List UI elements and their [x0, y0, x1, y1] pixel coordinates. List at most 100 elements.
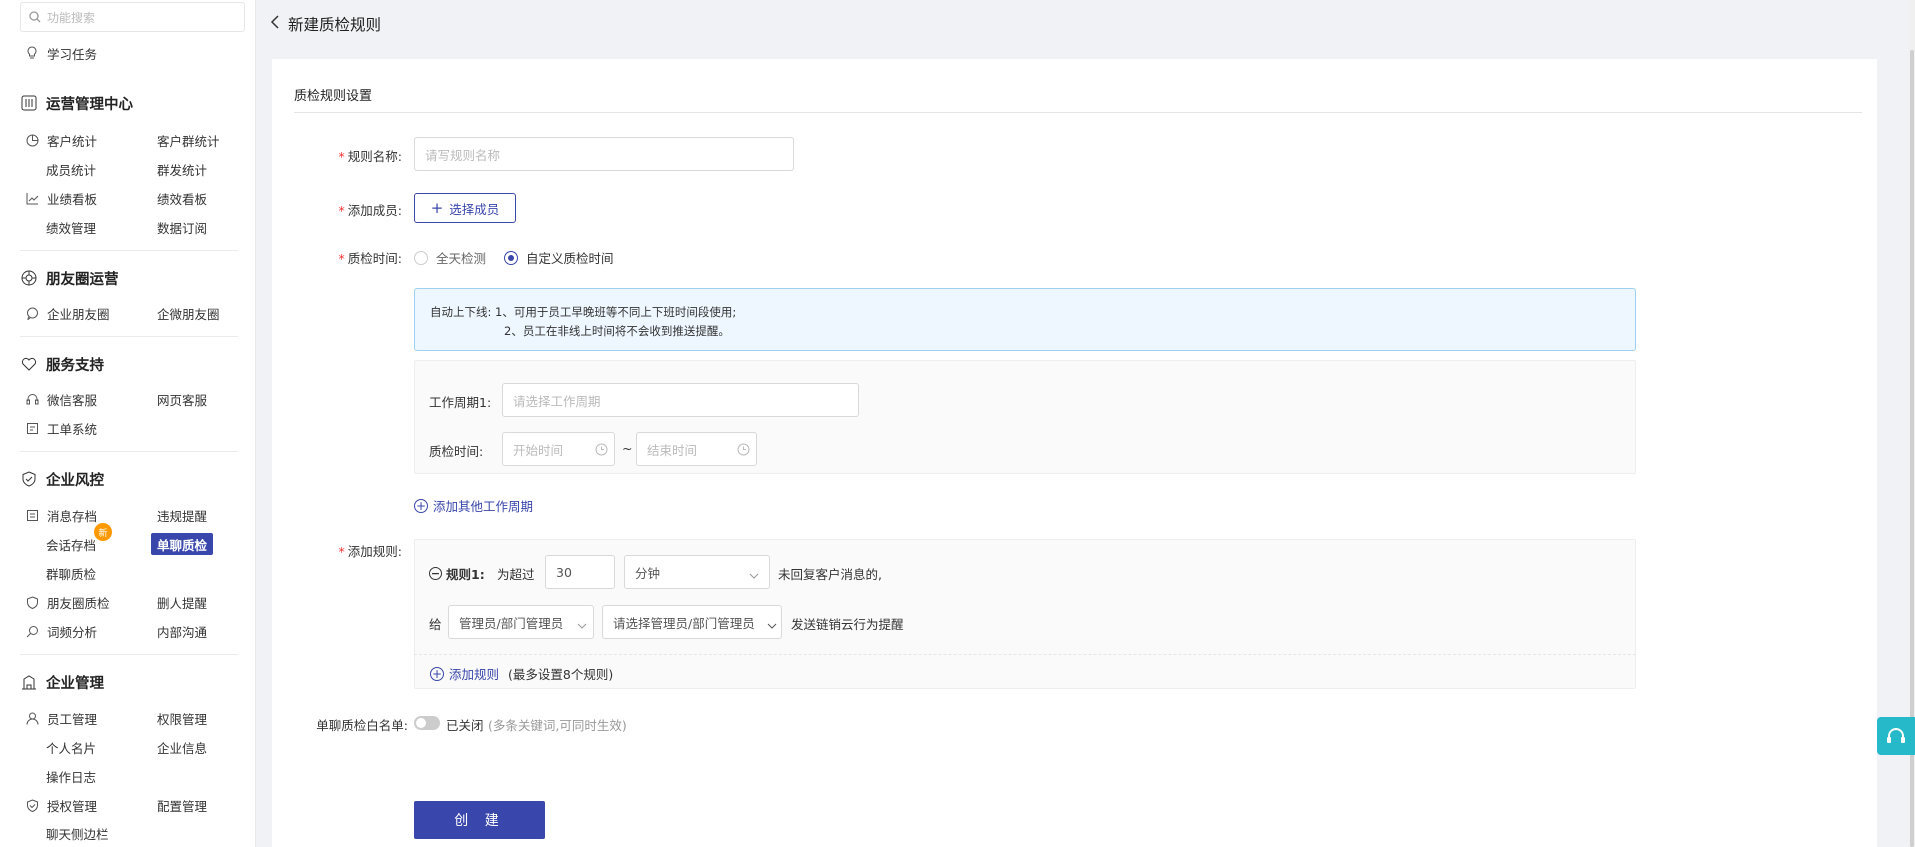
chat-bubble-icon [25, 306, 39, 320]
radio-custom-time[interactable]: 自定义质检时间 [504, 248, 614, 267]
divider [294, 112, 1862, 113]
sidebar-item-violation-alert[interactable]: 违规提醒 [157, 504, 207, 526]
building-icon [20, 673, 38, 691]
label-text: 规则名称: [347, 149, 402, 164]
sidebar-item-authorization[interactable]: 授权管理 [25, 794, 97, 816]
sidebar-item-operation-log[interactable]: 操作日志 [46, 765, 96, 787]
sidebar-item-label: 网页客服 [157, 392, 208, 408]
group-title: 企业管理 [46, 675, 104, 692]
sidebar-item-group-chat-qc[interactable]: 群聊质检 [46, 562, 96, 584]
sidebar-item-session-archive[interactable]: 会话存档 [46, 533, 96, 555]
sidebar-item-message-archive[interactable]: 消息存档 [25, 504, 97, 526]
chevron-down-icon [577, 618, 587, 633]
button-label: 选择成员 [449, 201, 500, 217]
sidebar-item-config[interactable]: 配置管理 [157, 794, 207, 816]
end-time-input[interactable]: 结束时间 [636, 432, 757, 466]
sidebar-item-web-service[interactable]: 网页客服 [157, 388, 207, 410]
rule1-title: − 规则1: [429, 564, 485, 583]
sidebar-item-delete-alert[interactable]: 删人提醒 [157, 591, 207, 613]
sidebar-item-staff[interactable]: 员工管理 [25, 707, 97, 729]
whitelist-label: 单聊质检白名单: [316, 718, 408, 733]
chevron-down-icon [767, 618, 777, 633]
sidebar-item-label: 权限管理 [157, 711, 208, 727]
group-title: 服务支持 [46, 357, 104, 374]
divider [20, 451, 238, 452]
sidebar-item-label: 数据订阅 [157, 220, 208, 236]
chevron-down-icon [749, 568, 759, 583]
sidebar-item-customer-stats[interactable]: 客户统计 [25, 129, 97, 151]
user-icon [25, 711, 39, 725]
sidebar-item-business-card[interactable]: 个人名片 [46, 736, 96, 758]
sidebar-item-label: 业绩看板 [47, 191, 98, 207]
rule1-unit-select[interactable]: 分钟 [624, 555, 770, 589]
sidebar-item-enterprise-moments[interactable]: 企业朋友圈 [25, 302, 110, 324]
sidebar-item-label: 企微朋友圈 [157, 306, 220, 322]
sidebar-item-wechat-service[interactable]: 微信客服 [25, 388, 97, 410]
manager-select[interactable]: 请选择管理员/部门管理员 [602, 605, 782, 639]
tilde: ~ [622, 441, 633, 456]
sidebar-item-kpi-board[interactable]: 绩效看板 [157, 187, 207, 209]
label-text: 质检时间: [347, 251, 402, 266]
sidebar-item-performance-board[interactable]: 业绩看板 [25, 187, 97, 209]
sidebar-item-wecom-moments[interactable]: 企微朋友圈 [157, 302, 220, 324]
page-title: 新建质检规则 [288, 16, 382, 34]
minus-circle-icon[interactable]: − [429, 567, 442, 580]
rule-title-text: 规则1: [446, 567, 485, 582]
sidebar-item-label: 员工管理 [47, 711, 98, 727]
group-title: 运营管理中心 [46, 96, 133, 113]
sidebar-item-label: 违规提醒 [157, 508, 208, 524]
sidebar-item-label: 朋友圈质检 [47, 595, 110, 611]
group-enterprise: 企业管理 [20, 671, 104, 693]
sidebar-item-label: 成员统计 [46, 162, 97, 178]
rule-name-input[interactable]: 请写规则名称 [414, 137, 794, 171]
customer-service-button[interactable] [1877, 717, 1915, 755]
sidebar-item-word-frequency[interactable]: 词频分析 [25, 620, 97, 642]
create-button[interactable]: 创 建 [414, 801, 545, 839]
sidebar-item-label: 群发统计 [157, 162, 208, 178]
sidebar-item-internal-comm[interactable]: 内部沟通 [157, 620, 207, 642]
add-rule-link[interactable]: + 添加规则 [430, 664, 499, 683]
sidebar-item-data-subscription[interactable]: 数据订阅 [157, 216, 207, 238]
sidebar-item-permissions[interactable]: 权限管理 [157, 707, 207, 729]
required-mark: * [338, 544, 345, 559]
whitelist-toggle[interactable] [414, 716, 440, 730]
sidebar-item-label: 企业朋友圈 [47, 306, 110, 322]
placeholder: 结束时间 [647, 442, 698, 458]
form-panel: 质检规则设置 * 规则名称: 请写规则名称 * 添加成员: + 选择成员 * 质检时间… [272, 59, 1877, 847]
work-period-input[interactable]: 请选择工作周期 [502, 383, 859, 417]
sidebar-item-label: 会话存档 [46, 537, 97, 553]
select-value: 请选择管理员/部门管理员 [613, 615, 755, 631]
page-header: 新建质检规则 [270, 0, 1900, 48]
start-time-input[interactable]: 开始时间 [502, 432, 615, 466]
sidebar-item-ticket-system[interactable]: 工单系统 [25, 417, 97, 439]
role-select[interactable]: 管理员/部门管理员 [448, 605, 594, 639]
work-period-label: 工作周期1: [429, 395, 492, 410]
add-work-period-link[interactable]: + 添加其他工作周期 [414, 496, 533, 515]
sidebar-item-chat-sidebar[interactable]: 聊天侧边栏 [46, 822, 109, 844]
sidebar-item-kpi-management[interactable]: 绩效管理 [46, 216, 96, 238]
chevron-left-icon[interactable] [270, 15, 280, 33]
lightbulb-icon [25, 46, 39, 60]
radio-all-day[interactable]: 全天检测 [414, 248, 486, 267]
sidebar-item-study[interactable]: 学习任务 [25, 42, 97, 64]
add-rule-note: (最多设置8个规则) [508, 667, 614, 682]
function-search-input[interactable]: 功能搜索 [20, 2, 245, 32]
sidebar-item-single-chat-qc[interactable]: 单聊质检 [151, 533, 214, 555]
sidebar-item-group-stats[interactable]: 客户群统计 [157, 129, 220, 151]
select-value: 分钟 [635, 565, 661, 581]
sidebar-item-label: 词频分析 [47, 624, 98, 640]
sidebar-item-mass-stats[interactable]: 群发统计 [157, 158, 207, 180]
sidebar-item-member-stats[interactable]: 成员统计 [46, 158, 96, 180]
sidebar-item-moments-qc[interactable]: 朋友圈质检 [25, 591, 110, 613]
archive-icon [25, 508, 39, 522]
pie-chart-icon [25, 133, 39, 147]
sidebar-item-label: 单聊质检 [157, 537, 208, 553]
radio-label: 全天检测 [436, 251, 487, 266]
rule1-value-input[interactable]: 30 [545, 555, 615, 589]
label-text: 添加成员: [347, 203, 402, 218]
plus-circle-icon: + [430, 666, 444, 681]
select-members-button[interactable]: + 选择成员 [414, 193, 516, 223]
radio-label: 自定义质检时间 [526, 251, 614, 266]
shield-icon [25, 595, 39, 609]
sidebar-item-company-info[interactable]: 企业信息 [157, 736, 207, 758]
